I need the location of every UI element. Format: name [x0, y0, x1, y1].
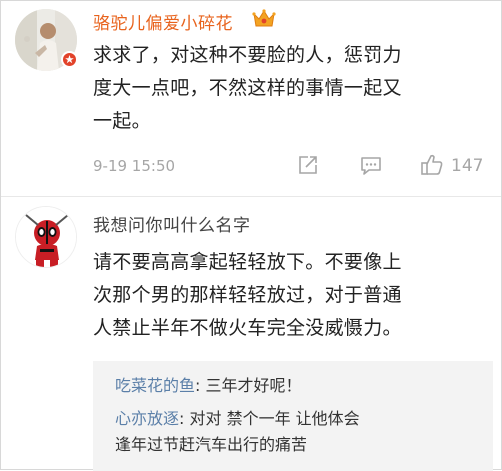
divider [1, 196, 501, 197]
reply-separator: : [195, 376, 206, 395]
comment-text: 请不要高高拿起轻轻放下。不要像上 次那个男的那样轻轻放过，对于普通 人禁止半年不… [93, 246, 489, 345]
comment-author-name[interactable]: 骆驼儿偏爱小碎花 [93, 9, 233, 34]
forward-icon [299, 156, 317, 174]
reply-text: 三年才好呢！ [205, 376, 302, 395]
reply-author-name[interactable]: 心亦放逐 [115, 409, 179, 428]
comment-timestamp: 9-19 15:50 [93, 157, 176, 175]
avatar[interactable] [15, 206, 77, 268]
reply-text: 对对 禁个一年 让他体会 [189, 409, 360, 428]
reply-author-name[interactable]: 吃菜花的鱼 [115, 376, 195, 395]
reply-item[interactable]: 心亦放逐: 对对 禁个一年 让他体会 逢年过节赶汽车出行的痛苦 [115, 406, 485, 458]
comment-button[interactable] [359, 155, 383, 181]
reply-item[interactable]: 吃菜花的鱼: 三年才好呢！ [115, 373, 485, 399]
reply-separator: : [179, 409, 190, 428]
reply-text: 逢年过节赶汽车出行的痛苦 [115, 435, 308, 454]
forward-button[interactable] [297, 154, 319, 180]
comment-icon [361, 157, 381, 175]
comment-text-line: 求求了，对这种不要脸的人，惩罚力 [93, 44, 402, 66]
thumbs-up-icon [421, 154, 443, 175]
member-crown-icon [251, 8, 277, 34]
reply-thread: 吃菜花的鱼: 三年才好呢！ 心亦放逐: 对对 禁个一年 让他体会 逢年过节赶汽车… [93, 361, 493, 471]
verified-badge-icon [61, 51, 78, 68]
comment-text-line: 度大一点吧，不然这样的事情一起又 [93, 77, 402, 99]
like-count: 147 [451, 156, 484, 176]
like-button[interactable] [419, 153, 445, 181]
deadpool-avatar-icon [16, 207, 76, 267]
comment-text-line: 一起。 [93, 110, 151, 132]
comment-text-line: 请不要高高拿起轻轻放下。不要像上 [93, 251, 402, 273]
comment-author-name[interactable]: 我想问你叫什么名字 [93, 211, 251, 236]
comment-text-line: 次那个男的那样轻轻放过，对于普通 [93, 284, 402, 306]
comment-text-line: 人禁止半年不做火车完全没威慑力。 [93, 317, 402, 339]
comment-text: 求求了，对这种不要脸的人，惩罚力 度大一点吧，不然这样的事情一起又 一起。 [93, 39, 489, 138]
